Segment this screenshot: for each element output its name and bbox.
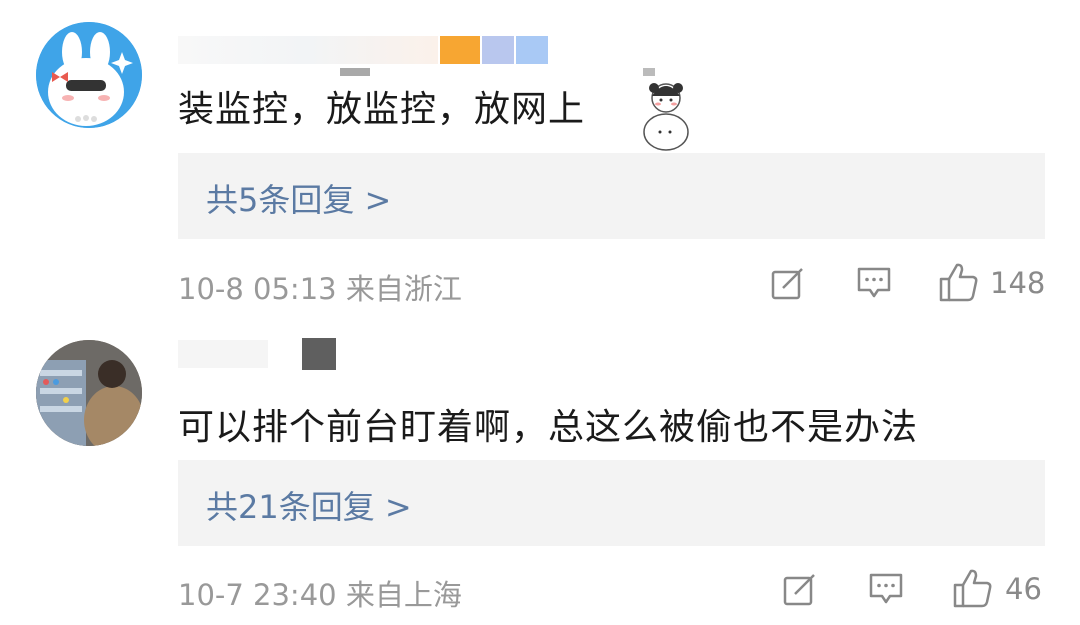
view-replies-link[interactable]: 共21条回复 > [206, 482, 412, 528]
blur-mark [340, 68, 370, 76]
blur-mark [302, 338, 336, 370]
replies-box[interactable]: 共5条回复 > [178, 153, 1045, 239]
sticker-image [636, 74, 696, 152]
like-count: 46 [1005, 572, 1042, 606]
comment-icon[interactable] [856, 266, 892, 304]
view-replies-link[interactable]: 共5条回复 > [206, 175, 391, 221]
comment-text: 可以排个前台盯着啊，总这么被偷也不是办法 [178, 407, 919, 448]
replies-box[interactable]: 共21条回复 > [178, 460, 1045, 546]
edit-icon[interactable] [770, 265, 806, 305]
avatar[interactable] [36, 22, 142, 128]
comment-icon[interactable] [868, 572, 904, 610]
thumbs-up-icon[interactable] [952, 567, 994, 613]
thumbs-up-icon[interactable] [938, 261, 980, 307]
like-count: 148 [990, 266, 1046, 300]
comment-text: 装监控，放监控，放网上 [178, 89, 586, 130]
username-blurred[interactable] [178, 340, 268, 368]
avatar[interactable] [36, 340, 142, 446]
edit-icon[interactable] [782, 571, 818, 611]
comment-meta: 10-8 05:13 来自浙江 [178, 272, 462, 306]
comment-meta: 10-7 23:40 来自上海 [178, 578, 462, 612]
username-blurred[interactable] [178, 36, 548, 64]
